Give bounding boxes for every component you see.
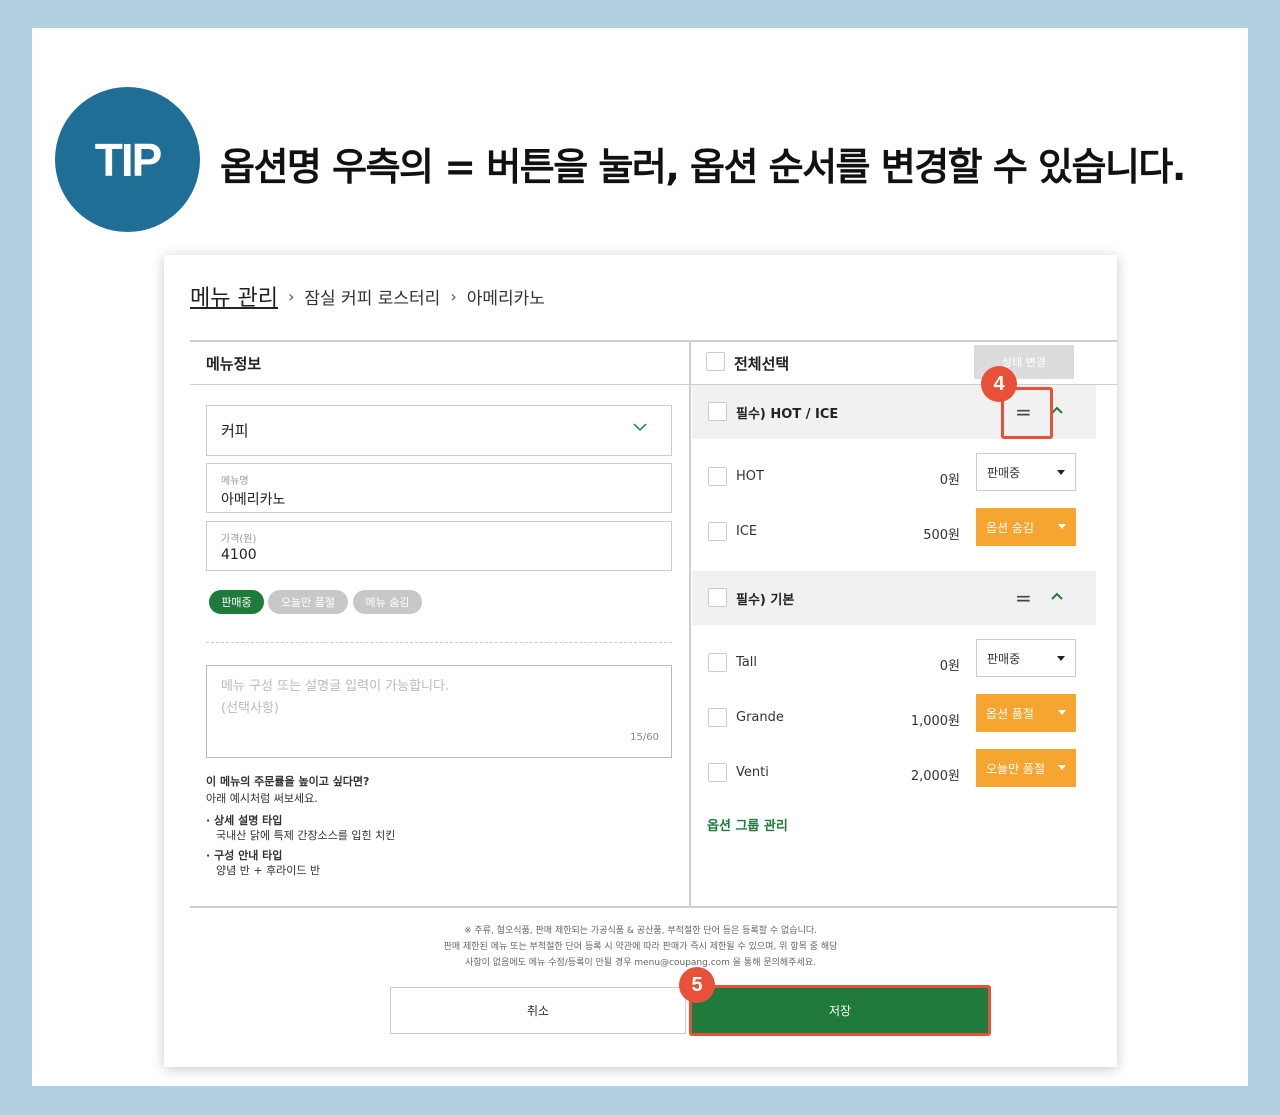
divider (190, 906, 1117, 908)
chevron-up-icon[interactable] (1050, 589, 1064, 603)
option-status-value: 옵션 품절 (986, 706, 1034, 721)
price-field[interactable]: 가격(원) 4100 (206, 521, 672, 571)
notice-line: ※ 주류, 혐오식품, 판매 제한되는 가공식품 & 공산품, 부적절한 단어 … (464, 926, 817, 936)
breadcrumb-separator: › (450, 286, 457, 306)
notice-line: 판매 제한된 메뉴 또는 부적절한 단어 등록 시 약관에 따라 판매가 즉시 … (443, 942, 838, 952)
caret-down-icon (1058, 710, 1066, 715)
option-label: Tall (736, 655, 757, 670)
dashed-divider (206, 642, 672, 643)
option-status-value: 옵션 숨김 (986, 520, 1034, 535)
drag-handle-icon[interactable]: = (1015, 588, 1032, 608)
option-status-select[interactable]: 옵션 품절 (976, 694, 1076, 732)
tip-type1-title: · 상세 설명 타입 (206, 814, 283, 827)
caret-down-icon (1057, 470, 1065, 475)
option-status-value: 판매중 (987, 651, 1021, 666)
option-status-select[interactable]: 판매중 (976, 453, 1076, 491)
description-placeholder: 메뉴 구성 또는 설명글 입력이 가능합니다. (221, 679, 450, 694)
description-textarea[interactable]: 메뉴 구성 또는 설명글 입력이 가능합니다. (선택사항) 15/60 (206, 665, 672, 758)
menu-edit-screenshot: 메뉴 관리 › 잠실 커피 로스터리 › 아메리카노 메뉴정보 커피 메뉴명 아… (164, 255, 1117, 1067)
save-button[interactable]: 저장 (689, 985, 991, 1036)
status-pill-hide-menu[interactable]: 메뉴 숨김 (353, 590, 422, 614)
option-checkbox[interactable] (708, 653, 727, 672)
option-price: 500원 (923, 528, 960, 543)
option-checkbox[interactable] (708, 522, 727, 541)
option-row: ICE 500원 옵션 숨김 (692, 505, 1096, 559)
caret-down-icon (1058, 765, 1066, 770)
status-pill-sold-out-today[interactable]: 오늘만 품절 (268, 590, 348, 614)
breadcrumb: 메뉴 관리 › 잠실 커피 로스터리 › 아메리카노 (190, 280, 545, 312)
option-status-select[interactable]: 오늘만 품절 (976, 749, 1076, 787)
option-price: 0원 (939, 473, 960, 488)
option-row: HOT 0원 판매중 (692, 450, 1096, 504)
cancel-button[interactable]: 취소 (390, 987, 686, 1034)
description-placeholder-optional: (선택사항) (221, 701, 279, 716)
menu-info-header: 메뉴정보 (206, 355, 262, 373)
option-checkbox[interactable] (708, 467, 727, 486)
step-marker-5: 5 (679, 967, 715, 1003)
group-checkbox[interactable] (708, 402, 727, 421)
group-label: 필수) 기본 (736, 593, 795, 608)
option-checkbox[interactable] (708, 763, 727, 782)
category-value: 커피 (221, 422, 249, 440)
caret-down-icon (1058, 524, 1066, 529)
tips-subtitle: 아래 예시처럼 써보세요. (206, 792, 318, 805)
menu-name-label: 메뉴명 (221, 476, 249, 487)
option-label: Venti (736, 765, 769, 780)
option-status-value: 오늘만 품절 (986, 761, 1046, 776)
option-label: HOT (736, 469, 764, 484)
menu-name-value: 아메리카노 (221, 492, 286, 508)
breadcrumb-menu-management[interactable]: 메뉴 관리 (190, 280, 278, 312)
select-all-label: 전체선택 (734, 355, 790, 373)
breadcrumb-separator: › (287, 286, 295, 306)
tips-title: 이 메뉴의 주문률을 높이고 싶다면? (206, 775, 370, 788)
status-pill-on-sale[interactable]: 판매중 (209, 590, 264, 614)
option-status-value: 판매중 (987, 465, 1021, 480)
divider (689, 340, 691, 907)
group-checkbox[interactable] (708, 588, 727, 607)
select-all-checkbox[interactable] (706, 352, 725, 371)
tip-type2-example: 양념 반 + 후라이드 반 (216, 864, 321, 877)
option-row: Tall 0원 판매중 (692, 636, 1096, 690)
caret-down-icon (1057, 656, 1065, 661)
option-row: Grande 1,000원 옵션 품절 (692, 691, 1096, 745)
option-price: 1,000원 (910, 714, 960, 729)
notice-line: 사항이 없음에도 메뉴 수정/등록이 안될 경우 menu@coupang.co… (465, 958, 816, 968)
tip-type2-title: · 구성 안내 타입 (206, 849, 283, 862)
option-label: ICE (736, 524, 758, 539)
price-value: 4100 (221, 547, 257, 563)
tip-badge: TIP (55, 87, 200, 232)
breadcrumb-store[interactable]: 잠실 커피 로스터리 (304, 284, 440, 309)
option-group-management-link[interactable]: 옵션 그룹 관리 (707, 815, 788, 834)
divider (190, 340, 1117, 342)
chevron-down-icon (633, 423, 647, 432)
option-status-select[interactable]: 옵션 숨김 (976, 508, 1076, 546)
option-label: Grande (736, 710, 784, 725)
price-label: 가격(원) (221, 534, 257, 545)
option-group-basic: 필수) 기본 = (692, 571, 1096, 625)
step-marker-4: 4 (981, 366, 1017, 402)
category-select[interactable]: 커피 (206, 405, 672, 456)
option-price: 2,000원 (910, 769, 960, 784)
tip-headline: 옵션명 우측의 = 버튼을 눌러, 옵션 순서를 변경할 수 있습니다. (220, 145, 1186, 189)
option-checkbox[interactable] (708, 708, 727, 727)
menu-name-field[interactable]: 메뉴명 아메리카노 (206, 463, 672, 513)
group-label: 필수) HOT / ICE (736, 407, 839, 422)
option-status-select[interactable]: 판매중 (976, 639, 1076, 677)
option-row: Venti 2,000원 오늘만 품절 (692, 746, 1096, 800)
breadcrumb-item: 아메리카노 (466, 288, 545, 309)
tip-type1-example: 국내산 닭에 특제 간장소스를 입힌 치킨 (216, 829, 396, 842)
option-price: 0원 (939, 659, 960, 674)
char-counter: 15/60 (630, 732, 659, 743)
